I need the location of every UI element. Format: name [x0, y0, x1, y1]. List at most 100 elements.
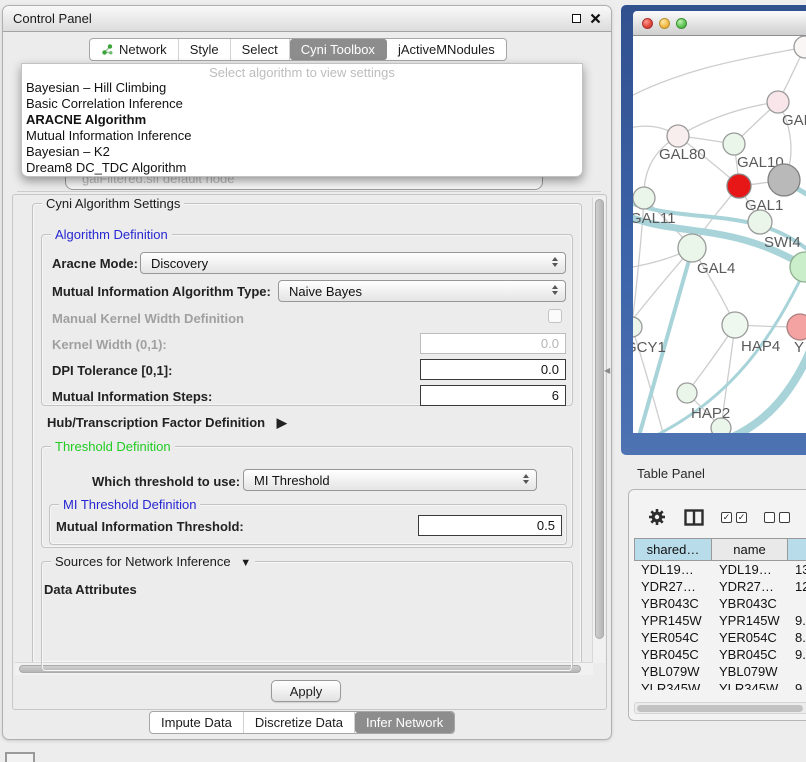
minimize-traffic-light-icon[interactable]: [659, 18, 670, 29]
node-label: Y: [794, 339, 804, 356]
tab-discretize-data[interactable]: Discretize Data: [244, 712, 355, 733]
table-row[interactable]: YLR345WYLR345W9.: [634, 680, 806, 690]
hub-section-toggle[interactable]: Hub/Transcription Factor Definition ▶: [47, 415, 287, 431]
aracne-mode-combo[interactable]: Discovery: [140, 252, 566, 274]
which-threshold-label: Which threshold to use:: [92, 474, 240, 489]
tab-infer-network[interactable]: Infer Network: [355, 712, 454, 733]
algorithm-option[interactable]: Mutual Information Inference: [22, 128, 582, 144]
network-node-hap4[interactable]: [722, 312, 748, 338]
network-node-gal10[interactable]: [723, 133, 745, 155]
sources-group-title[interactable]: Sources for Network Inference ▼: [51, 554, 255, 569]
network-node-gal4[interactable]: [678, 234, 706, 262]
network-node-hap2[interactable]: [677, 383, 697, 403]
which-threshold-combo[interactable]: MI Threshold: [243, 469, 537, 491]
tab-network[interactable]: Network: [90, 39, 179, 60]
table-row[interactable]: YBR043CYBR043C: [634, 595, 806, 612]
tab-label: Network: [119, 42, 167, 57]
control-panel-titlebar[interactable]: Control Panel: [3, 6, 611, 32]
close-traffic-light-icon[interactable]: [642, 18, 653, 29]
table-row[interactable]: YER054CYER054C8.: [634, 629, 806, 646]
algorithm-option[interactable]: Basic Correlation Inference: [22, 96, 582, 112]
tab-label: Style: [190, 42, 219, 57]
mi-threshold-field[interactable]: 0.5: [418, 515, 562, 536]
deselect-all-columns-icon[interactable]: ✓✓: [764, 512, 790, 523]
node-label: HAP4: [741, 338, 780, 355]
expand-right-icon[interactable]: ▶: [277, 415, 287, 430]
table-scrollbar-thumb[interactable]: [637, 705, 803, 712]
zoom-traffic-light-icon[interactable]: [676, 18, 687, 29]
tab-jactivemnodules[interactable]: jActiveMNodules: [387, 39, 506, 60]
dpi-tolerance-field[interactable]: 0.0: [420, 359, 566, 380]
network-node-swi4[interactable]: [748, 210, 772, 234]
tab-style[interactable]: Style: [179, 39, 231, 60]
control-panel-window: Control Panel Network Style SelectCyni Too…: [2, 5, 612, 740]
algorithm-option[interactable]: Bayesian – Hill Climbing: [22, 80, 582, 96]
tab-select[interactable]: Select: [231, 39, 290, 60]
vertical-scrollbar-thumb[interactable]: [595, 199, 604, 639]
table-horizontal-scrollbar[interactable]: [634, 702, 806, 714]
select-all-columns-icon[interactable]: ✓✓: [721, 512, 747, 523]
tab-impute-data[interactable]: Impute Data: [150, 712, 244, 733]
network-node-gcy1[interactable]: [633, 317, 642, 337]
data-attributes-label: Data Attributes: [44, 582, 137, 597]
kernel-width-field[interactable]: 0.0: [420, 333, 566, 354]
column-browser-icon[interactable]: [684, 509, 704, 526]
network-node[interactable]: [794, 36, 806, 58]
network-node[interactable]: [768, 164, 800, 196]
network-edge[interactable]: [678, 102, 778, 136]
node-table[interactable]: shared…nameAYDL19…YDL19…13YDR27…YDR27…12…: [634, 538, 806, 690]
table-cell: YBR043C: [634, 595, 712, 612]
network-node-gal80[interactable]: [667, 125, 689, 147]
close-icon[interactable]: [590, 13, 601, 24]
mi-type-combo[interactable]: Naive Bayes: [278, 280, 566, 302]
table-cell: YER054C: [634, 629, 712, 646]
collapse-down-icon[interactable]: ▼: [240, 557, 251, 569]
network-node-y[interactable]: [787, 314, 806, 340]
column-header[interactable]: A: [788, 538, 806, 561]
network-canvas[interactable]: GAL7GAL80GAL10GAL1GAL11SWI4GAL4GCY1HAP4Y…: [633, 36, 806, 433]
column-header[interactable]: name: [712, 538, 788, 561]
table-row[interactable]: YBL079WYBL079W: [634, 663, 806, 680]
column-header[interactable]: shared…: [634, 538, 712, 561]
apply-button[interactable]: Apply: [271, 680, 341, 702]
table-cell: YBR043C: [712, 595, 788, 612]
network-view-window[interactable]: GAL7GAL80GAL10GAL1GAL11SWI4GAL4GCY1HAP4Y…: [621, 5, 806, 455]
panel-divider-grip[interactable]: ◀: [604, 366, 610, 375]
node-label: GAL11: [633, 210, 676, 227]
mi-type-label: Mutual Information Algorithm Type:: [52, 284, 271, 299]
network-edge[interactable]: [633, 47, 805, 98]
table-row[interactable]: YDL19…YDL19…13: [634, 561, 806, 578]
table-panel: ✓✓ ✓✓ shared…nameAYDL19…YDL19…13YDR27…YD…: [628, 489, 806, 721]
tab-cyni-toolbox[interactable]: Cyni Toolbox: [290, 39, 387, 60]
mi-threshold-group-title: MI Threshold Definition: [59, 497, 200, 512]
gear-icon[interactable]: [647, 507, 667, 527]
table-row[interactable]: YPR145WYPR145W9.: [634, 612, 806, 629]
network-node-gal7[interactable]: [767, 91, 789, 113]
algorithm-option[interactable]: ARACNE Algorithm: [22, 112, 582, 128]
table-cell: YDL19…: [634, 561, 712, 578]
algorithm-option[interactable]: Bayesian – K2: [22, 144, 582, 160]
mi-type-value: Naive Bayes: [289, 284, 362, 299]
table-cell: YDR27…: [712, 578, 788, 595]
algorithm-option[interactable]: Dream8 DC_TDC Algorithm: [22, 160, 582, 176]
threshold-definition-group: Threshold Definition Which threshold to …: [41, 446, 573, 548]
table-cell: 9.: [788, 646, 806, 663]
mi-steps-label: Mutual Information Steps:: [52, 389, 212, 404]
vertical-scrollbar[interactable]: [592, 197, 605, 663]
network-window-titlebar[interactable]: [633, 11, 806, 36]
mi-steps-field[interactable]: 6: [420, 385, 566, 406]
spinner-arrows-icon: [552, 285, 558, 295]
corner-grip-widget[interactable]: [5, 752, 35, 762]
node-label: GCY1: [633, 339, 666, 356]
threshold-definition-title: Threshold Definition: [51, 439, 175, 454]
network-node-gal1[interactable]: [727, 174, 751, 198]
network-node[interactable]: [711, 418, 731, 433]
float-panel-icon[interactable]: [572, 14, 581, 23]
table-panel-title: Table Panel: [637, 466, 705, 481]
manual-kernel-checkbox[interactable]: [548, 309, 562, 323]
network-graph[interactable]: GAL7GAL80GAL10GAL1GAL11SWI4GAL4GCY1HAP4Y…: [633, 36, 806, 433]
network-node-gal11[interactable]: [633, 187, 655, 209]
table-row[interactable]: YDR27…YDR27…12: [634, 578, 806, 595]
table-row[interactable]: YBR045CYBR045C9.: [634, 646, 806, 663]
kernel-width-label: Kernel Width (0,1):: [52, 337, 167, 352]
